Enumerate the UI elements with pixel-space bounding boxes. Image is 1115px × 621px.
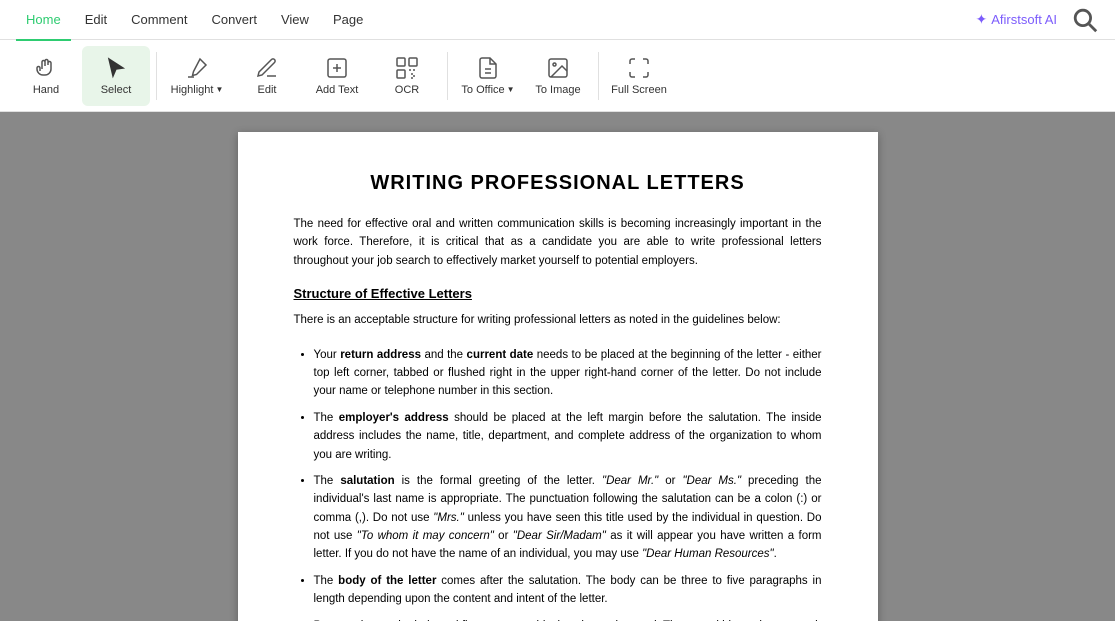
menu-comment[interactable]: Comment	[121, 6, 197, 33]
toolbar: Hand Select Highlight ▼ Edit Add	[0, 40, 1115, 112]
edit-icon	[255, 56, 279, 80]
ai-button[interactable]: ✦ Afirstsoft AI	[966, 7, 1067, 32]
section1-title: Structure of Effective Letters	[294, 286, 822, 301]
intro-paragraph: The need for effective oral and written …	[294, 215, 822, 270]
list-item: The salutation is the formal greeting of…	[314, 472, 822, 564]
tooffice-label: To Office ▼	[461, 84, 514, 96]
divider-1	[156, 52, 157, 100]
edit-tool-button[interactable]: Edit	[233, 46, 301, 106]
tooffice-icon	[476, 56, 500, 80]
menu-convert[interactable]: Convert	[201, 6, 267, 33]
document-title: WRITING PROFESSIONAL LETTERS	[294, 172, 822, 195]
highlight-label: Highlight ▼	[171, 84, 224, 96]
tooffice-tool-button[interactable]: To Office ▼	[454, 46, 522, 106]
hand-tool-button[interactable]: Hand	[12, 46, 80, 106]
fullscreen-label: Full Screen	[611, 84, 667, 96]
search-icon	[1071, 6, 1099, 34]
fullscreen-tool-button[interactable]: Full Screen	[605, 46, 673, 106]
menu-edit[interactable]: Edit	[75, 6, 117, 33]
ocr-tool-button[interactable]: OCR	[373, 46, 441, 106]
ai-star-icon: ✦	[976, 11, 988, 28]
highlight-icon	[185, 56, 209, 80]
document-area: WRITING PROFESSIONAL LETTERS The need fo…	[0, 112, 1115, 621]
hand-label: Hand	[33, 84, 59, 96]
highlight-tool-button[interactable]: Highlight ▼	[163, 46, 231, 106]
bullets-list: Your return address and the current date…	[314, 346, 822, 621]
ocr-icon	[395, 56, 419, 80]
addtext-label: Add Text	[316, 84, 359, 96]
document-page: WRITING PROFESSIONAL LETTERS The need fo…	[238, 132, 878, 621]
toimage-tool-button[interactable]: To Image	[524, 46, 592, 106]
menu-view[interactable]: View	[271, 6, 319, 33]
addtext-tool-button[interactable]: Add Text	[303, 46, 371, 106]
fullscreen-icon	[627, 56, 651, 80]
divider-3	[598, 52, 599, 100]
edit-label: Edit	[258, 84, 277, 96]
divider-2	[447, 52, 448, 100]
select-icon	[104, 56, 128, 80]
toimage-icon	[546, 56, 570, 80]
list-item: The employer's address should be placed …	[314, 409, 822, 464]
menu-page[interactable]: Page	[323, 6, 373, 33]
select-label: Select	[101, 84, 132, 96]
hand-icon	[34, 56, 58, 80]
menu-bar: Home Edit Comment Convert View Page ✦ Af…	[0, 0, 1115, 40]
addtext-icon	[325, 56, 349, 80]
search-button[interactable]	[1071, 6, 1099, 34]
section1-intro: There is an acceptable structure for wri…	[294, 311, 822, 329]
select-tool-button[interactable]: Select	[82, 46, 150, 106]
ai-label: Afirstsoft AI	[991, 12, 1057, 27]
ocr-label: OCR	[395, 84, 419, 96]
list-item: Paragraphs can be indented five spaces o…	[314, 617, 822, 621]
menu-home[interactable]: Home	[16, 6, 71, 33]
list-item: The body of the letter comes after the s…	[314, 572, 822, 609]
toimage-label: To Image	[535, 84, 580, 96]
list-item: Your return address and the current date…	[314, 346, 822, 401]
